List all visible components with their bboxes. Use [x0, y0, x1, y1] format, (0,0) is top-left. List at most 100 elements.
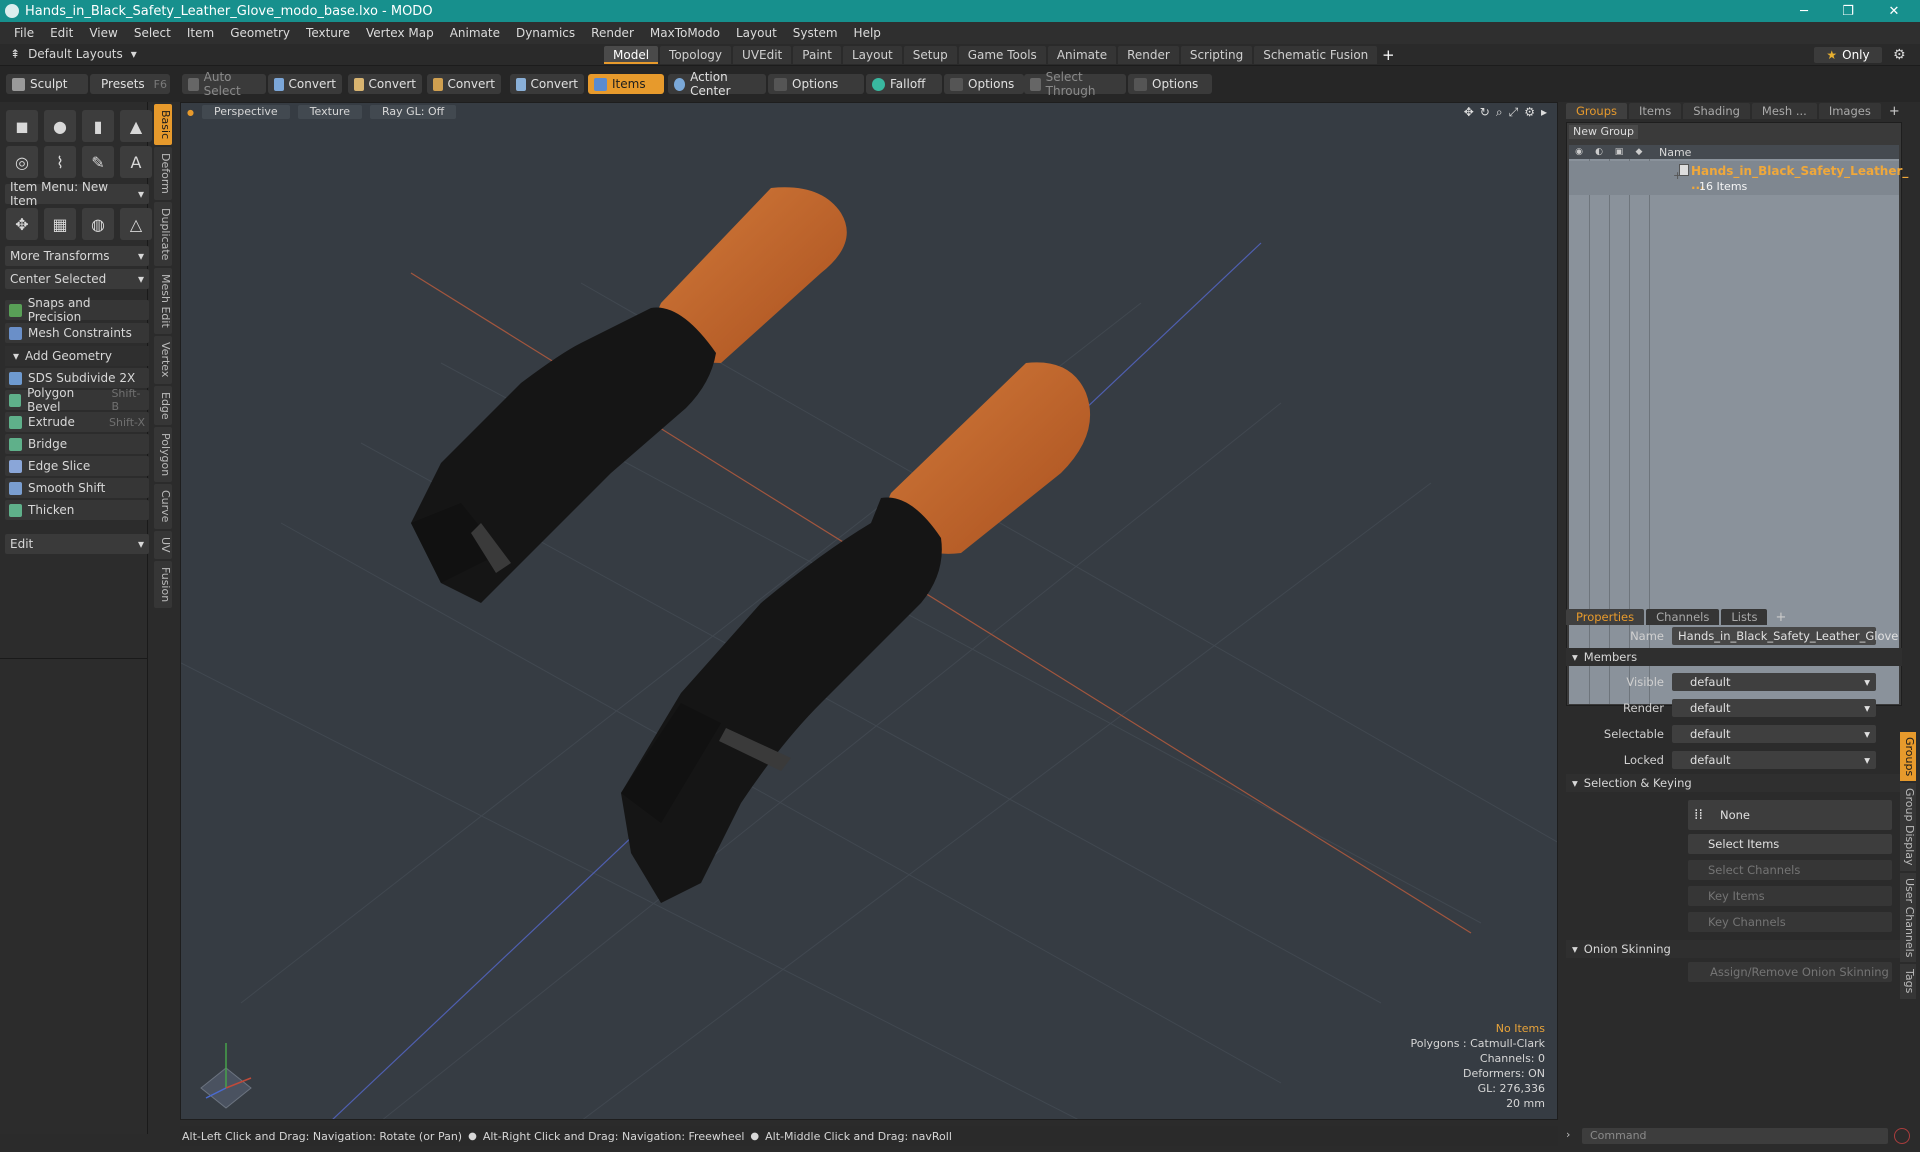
vtab-edge[interactable]: Edge [154, 385, 172, 426]
convert-edges-button[interactable]: Convert [348, 74, 422, 94]
gear-icon[interactable]: ⚙ [1893, 47, 1906, 63]
tab-uvedit[interactable]: UVEdit [733, 46, 792, 64]
mesh-constraints-button[interactable]: Mesh Constraints [5, 323, 149, 343]
vtab-fusion[interactable]: Fusion [154, 560, 172, 608]
text-icon[interactable]: A [120, 146, 152, 178]
selection-none-button[interactable]: ⁞⁞ None [1688, 800, 1892, 830]
viewport-gear-icon[interactable]: ⚙ [1524, 105, 1535, 120]
tab-model[interactable]: Model [604, 46, 659, 64]
group-row[interactable]: + Hands_in_Black_Safety_Leather_ ... 16 … [1569, 161, 1908, 195]
tab-game-tools[interactable]: Game Tools [958, 46, 1046, 64]
command-input[interactable]: Command [1582, 1128, 1888, 1144]
vtab-tags[interactable]: Tags [1900, 964, 1916, 999]
tab-items[interactable]: Items [1629, 103, 1682, 119]
tool-smooth-shift[interactable]: Smooth Shift [5, 478, 149, 498]
presets-button[interactable]: Presets F6 [90, 74, 170, 94]
menu-item[interactable]: Item [179, 26, 222, 40]
more-transforms-dropdown[interactable]: More Transforms ▾ [5, 246, 149, 266]
eye-icon[interactable]: ◉ [1569, 147, 1589, 157]
lock-icon[interactable]: ▣ [1609, 147, 1629, 157]
options-button-3[interactable]: Options [1128, 74, 1212, 94]
sphere-icon[interactable]: ● [44, 110, 76, 142]
texture-button[interactable]: Texture [297, 105, 362, 119]
vtab-duplicate[interactable]: Duplicate [154, 202, 172, 267]
add-tab-icon[interactable]: + [1769, 610, 1792, 625]
perspective-button[interactable]: Perspective [201, 105, 290, 119]
menu-geometry[interactable]: Geometry [222, 26, 298, 40]
vtab-curve[interactable]: Curve [154, 484, 172, 529]
capsule-icon[interactable]: ⌇ [44, 146, 76, 178]
menu-render[interactable]: Render [583, 26, 642, 40]
minimize-button[interactable]: ─ [1782, 0, 1826, 22]
cone-icon[interactable]: ▲ [120, 110, 152, 142]
cube-icon[interactable]: ◼ [6, 110, 38, 142]
sculpt-button[interactable]: Sculpt [6, 74, 88, 94]
item-menu-dropdown[interactable]: Item Menu: New Item ▾ [5, 180, 149, 208]
3d-viewport[interactable]: ● Perspective Texture Ray GL: Off ✥ ↻ ⌕ … [180, 102, 1558, 1120]
cylinder-icon[interactable]: ▮ [82, 110, 114, 142]
tab-schematic-fusion[interactable]: Schematic Fusion [1254, 46, 1378, 64]
zoom-icon[interactable]: ⌕ [1496, 105, 1503, 120]
menu-maxtomodo[interactable]: MaxToModo [642, 26, 728, 40]
close-button[interactable]: ✕ [1872, 0, 1916, 22]
tab-scripting[interactable]: Scripting [1180, 46, 1253, 64]
menu-view[interactable]: View [81, 26, 125, 40]
pen-icon[interactable]: ✎ [82, 146, 114, 178]
tab-layout[interactable]: Layout [842, 46, 902, 64]
convert-polygons-button[interactable]: Convert [427, 74, 501, 94]
tab-paint[interactable]: Paint [793, 46, 841, 64]
menu-texture[interactable]: Texture [298, 26, 358, 40]
add-tab-icon[interactable]: + [1883, 104, 1906, 119]
visible-select[interactable]: default ▾ [1672, 673, 1876, 691]
convert-vertices-button[interactable]: Convert [268, 74, 342, 94]
select-icon[interactable]: ◆ [1629, 147, 1649, 157]
menu-system[interactable]: System [785, 26, 846, 40]
tool-thicken[interactable]: Thicken [5, 500, 149, 520]
vtab-vertex[interactable]: Vertex [154, 336, 172, 384]
key-channels-button[interactable]: Key Channels [1688, 912, 1892, 932]
menu-vertex-map[interactable]: Vertex Map [358, 26, 442, 40]
menu-layout[interactable]: Layout [728, 26, 785, 40]
tool-extrude[interactable]: Extrude Shift-X [5, 412, 149, 432]
menu-help[interactable]: Help [846, 26, 889, 40]
locked-select[interactable]: default ▾ [1672, 751, 1876, 769]
command-arrow-icon[interactable]: › [1566, 1128, 1570, 1141]
auto-select-button[interactable]: Auto Select [182, 70, 266, 98]
vtab-deform[interactable]: Deform [154, 147, 172, 201]
restore-button[interactable]: ❐ [1826, 0, 1870, 22]
tab-images[interactable]: Images [1818, 103, 1881, 119]
menu-select[interactable]: Select [126, 26, 179, 40]
menu-dynamics[interactable]: Dynamics [508, 26, 583, 40]
only-button[interactable]: ★ Only [1814, 47, 1882, 63]
onion-skinning-section[interactable]: ▾ Onion Skinning [1566, 940, 1902, 958]
render-select[interactable]: default ▾ [1672, 699, 1876, 717]
globe-icon[interactable]: ◍ [82, 208, 114, 240]
tab-topology[interactable]: Topology [660, 46, 732, 64]
name-input[interactable]: Hands_in_Black_Safety_Leather_Glove [1672, 627, 1898, 645]
vtab-user-channels[interactable]: User Channels [1900, 872, 1916, 963]
tab-properties[interactable]: Properties [1566, 609, 1645, 625]
menu-edit[interactable]: Edit [42, 26, 81, 40]
snaps-precision-button[interactable]: Snaps and Precision [5, 296, 149, 324]
rotate-icon[interactable]: ↻ [1480, 105, 1490, 120]
members-section[interactable]: ▾ Members [1566, 648, 1902, 666]
pyramid-icon[interactable]: △ [120, 208, 152, 240]
render-icon[interactable]: ◐ [1589, 147, 1609, 157]
grid-icon[interactable]: ▦ [44, 208, 76, 240]
tab-groups[interactable]: Groups [1566, 103, 1628, 119]
vtab-basic[interactable]: Basic [154, 104, 172, 146]
tab-mesh[interactable]: Mesh ... [1751, 103, 1817, 119]
pan-icon[interactable]: ✥ [1464, 105, 1474, 120]
vtab-mesh-edit[interactable]: Mesh Edit [154, 268, 172, 335]
tool-sds-subdivide[interactable]: SDS Subdivide 2X [5, 368, 149, 388]
selectable-select[interactable]: default ▾ [1672, 725, 1876, 743]
options-button-1[interactable]: Options [768, 74, 864, 94]
action-center-button[interactable]: Action Center [668, 70, 766, 98]
maximize-icon[interactable]: ⤢ [1509, 105, 1519, 120]
select-through-button[interactable]: Select Through [1024, 70, 1126, 98]
edit-dropdown[interactable]: Edit ▾ [5, 534, 149, 554]
select-items-button[interactable]: Select Items [1688, 834, 1892, 854]
name-column-header[interactable]: Name [1659, 146, 1691, 159]
add-tab-icon[interactable]: + [1379, 46, 1397, 64]
menu-animate[interactable]: Animate [442, 26, 508, 40]
